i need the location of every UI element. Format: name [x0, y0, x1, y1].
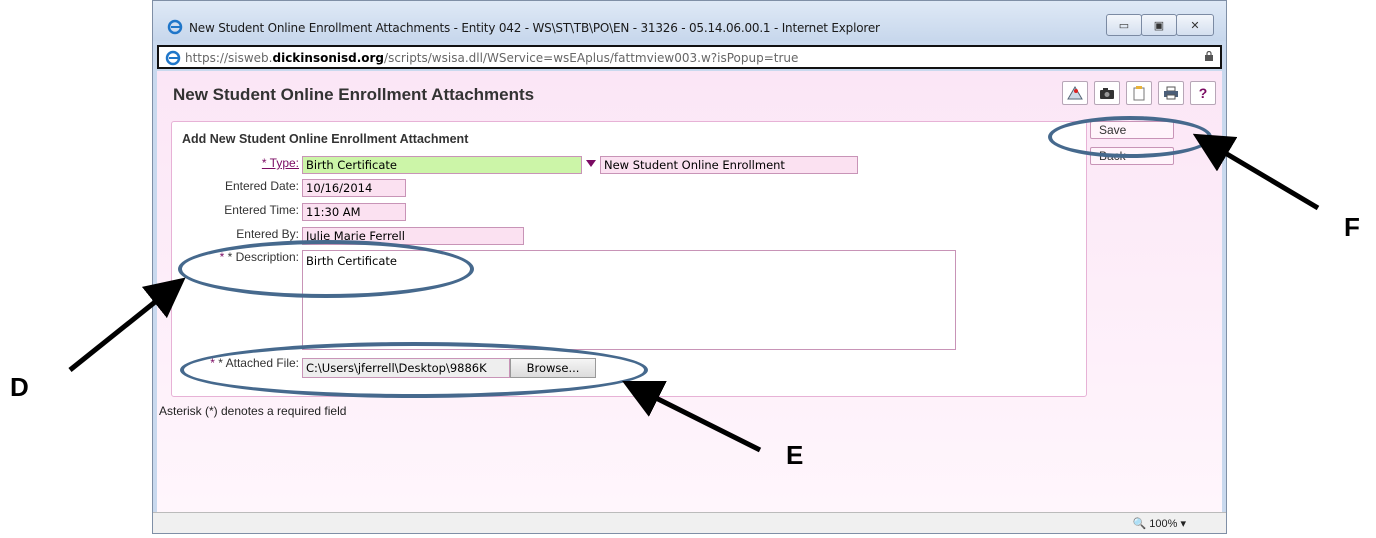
- annotation-arrows: [68, 133, 1320, 453]
- arrow-f: [1192, 133, 1320, 211]
- annotation-e-label: E: [786, 440, 804, 470]
- annotation-f-label: F: [1344, 212, 1360, 242]
- arrow-e: [622, 381, 762, 453]
- annotation-d-label: D: [10, 372, 29, 402]
- arrow-d: [68, 277, 186, 372]
